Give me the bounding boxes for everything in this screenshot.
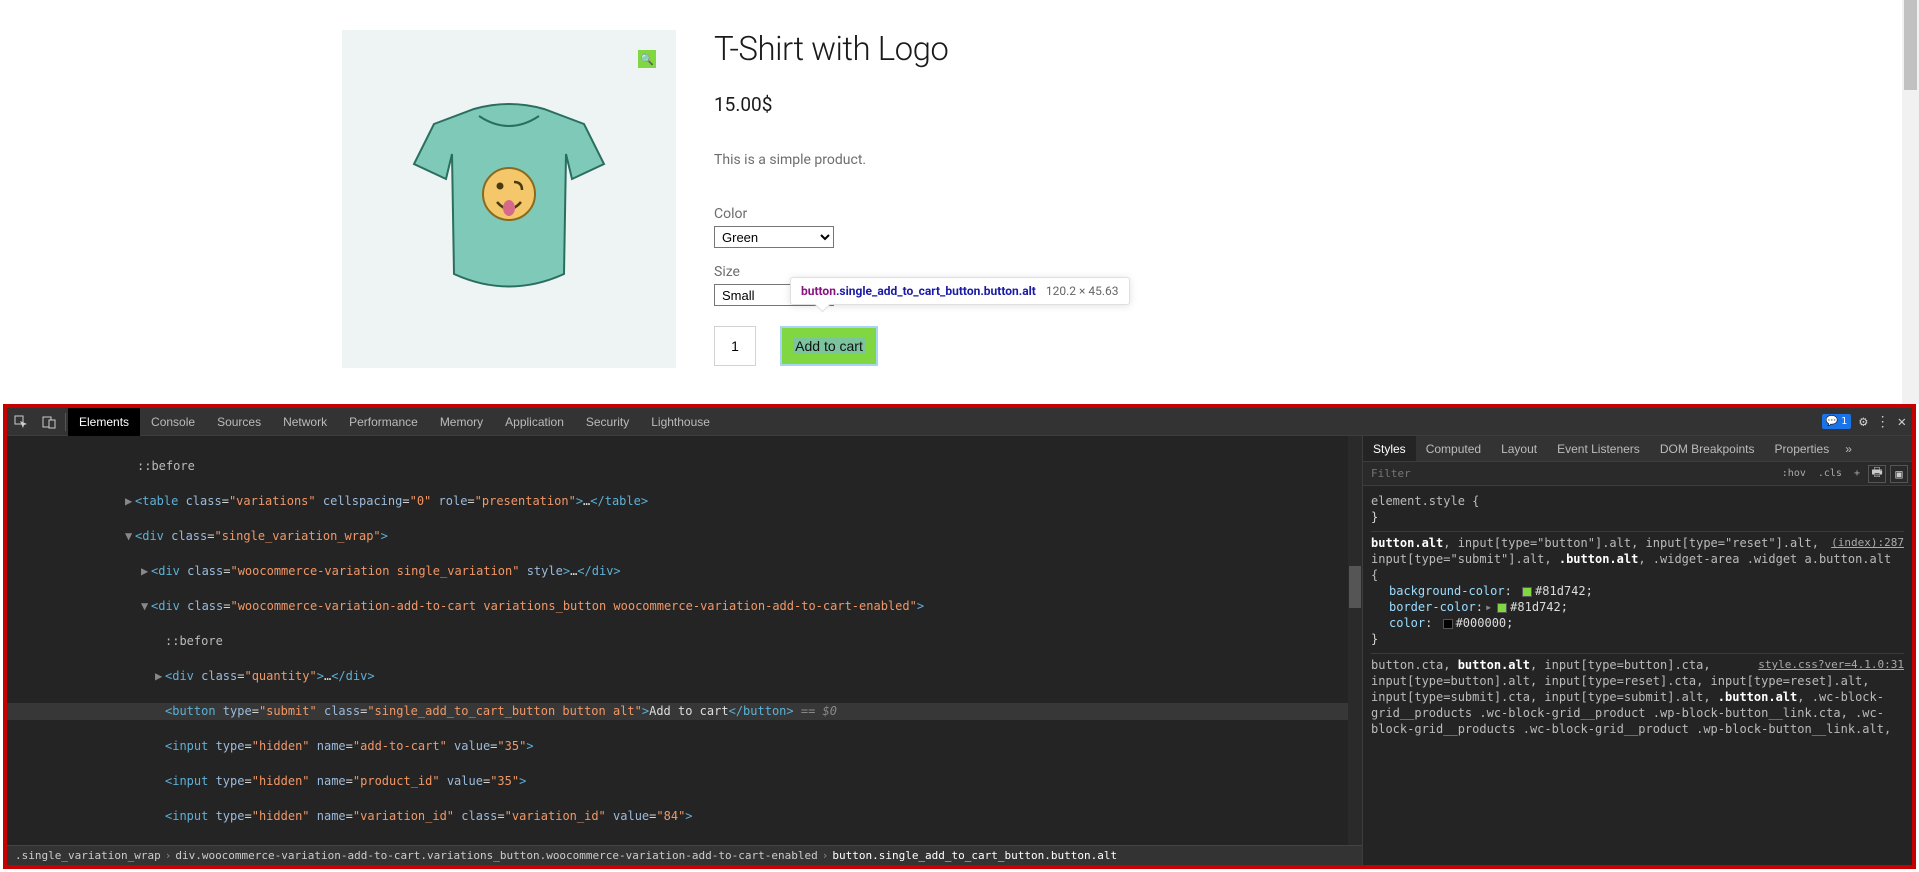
tab-security[interactable]: Security xyxy=(575,408,640,436)
styles-filter-input[interactable] xyxy=(1371,467,1778,480)
product-area: 🔍 T-Shirt with Logo 15.00$ This is a sim… xyxy=(0,0,1919,368)
zoom-icon[interactable]: 🔍 xyxy=(638,50,656,68)
pseudo-before-2: ::before xyxy=(165,634,223,648)
breadcrumb[interactable]: .single_variation_wrap› div.woocommerce-… xyxy=(7,845,1362,865)
message-count-badge[interactable]: 💬 1 xyxy=(1822,414,1851,429)
inspect-tooltip: button.single_add_to_cart_button.button.… xyxy=(790,277,1130,305)
styles-tab-styles[interactable]: Styles xyxy=(1363,436,1416,461)
color-select[interactable]: Green xyxy=(714,226,834,248)
browser-page: 🔍 T-Shirt with Logo 15.00$ This is a sim… xyxy=(0,0,1919,404)
pseudo-before: ::before xyxy=(137,459,195,473)
tab-console[interactable]: Console xyxy=(140,408,206,436)
tab-sources[interactable]: Sources xyxy=(206,408,272,436)
product-image: 🔍 xyxy=(342,30,676,368)
devtools-panel: Elements Console Sources Network Perform… xyxy=(3,404,1916,869)
devtools-toolbar: Elements Console Sources Network Perform… xyxy=(7,408,1912,436)
add-to-cart-button[interactable]: Add to cart xyxy=(780,326,878,366)
print-icon[interactable]: 🖶 xyxy=(1868,465,1886,483)
scrollbar-thumb[interactable] xyxy=(1904,0,1917,90)
element-style-sel[interactable]: element.style { xyxy=(1371,494,1479,508)
device-icon[interactable] xyxy=(35,408,63,436)
gear-icon[interactable]: ⚙ xyxy=(1859,414,1867,430)
styles-tab-dom-bp[interactable]: DOM Breakpoints xyxy=(1650,436,1765,461)
source-link[interactable]: style.css?ver=4.1.0:31 xyxy=(1758,657,1904,673)
breadcrumb-item[interactable]: button.single_add_to_cart_button.button.… xyxy=(832,849,1117,862)
computed-icon[interactable]: ▣ xyxy=(1890,465,1908,483)
tab-performance[interactable]: Performance xyxy=(338,408,429,436)
hov-toggle[interactable]: :hov xyxy=(1778,466,1810,481)
devtools-tabs: Elements Console Sources Network Perform… xyxy=(68,408,721,436)
breadcrumb-item[interactable]: .single_variation_wrap xyxy=(15,849,161,862)
product-details: T-Shirt with Logo 15.00$ This is a simpl… xyxy=(714,30,1919,368)
styles-tab-layout[interactable]: Layout xyxy=(1491,436,1547,461)
tab-memory[interactable]: Memory xyxy=(429,408,494,436)
elements-scrollbar[interactable] xyxy=(1348,436,1362,865)
styles-tab-computed[interactable]: Computed xyxy=(1416,436,1491,461)
styles-tab-more-icon[interactable]: » xyxy=(1839,436,1858,461)
styles-tab-listeners[interactable]: Event Listeners xyxy=(1547,436,1650,461)
styles-tab-properties[interactable]: Properties xyxy=(1765,436,1840,461)
color-label: Color xyxy=(714,206,1919,222)
quantity-input[interactable] xyxy=(714,326,756,366)
tab-network[interactable]: Network xyxy=(272,408,338,436)
breadcrumb-item[interactable]: div.woocommerce-variation-add-to-cart.va… xyxy=(175,849,817,862)
cls-toggle[interactable]: .cls xyxy=(1814,466,1846,481)
styles-pane: Styles Computed Layout Event Listeners D… xyxy=(1362,436,1912,865)
tooltip-class: .single_add_to_cart_button.button.alt xyxy=(836,284,1036,298)
product-price: 15.00$ xyxy=(714,93,1919,116)
tab-application[interactable]: Application xyxy=(494,408,575,436)
tab-elements[interactable]: Elements xyxy=(68,408,140,436)
kebab-icon[interactable]: ⋮ xyxy=(1876,414,1890,430)
inspect-icon[interactable] xyxy=(7,408,35,436)
source-link[interactable]: (index):287 xyxy=(1831,535,1904,551)
tshirt-illustration xyxy=(394,94,624,304)
tooltip-tag: button xyxy=(801,284,836,298)
selected-element-line[interactable]: <button type="submit" class="single_add_… xyxy=(7,703,1362,721)
elements-tree[interactable]: ::before ▶<table class="variations" cell… xyxy=(7,436,1362,865)
tab-lighthouse[interactable]: Lighthouse xyxy=(640,408,721,436)
close-icon[interactable]: ✕ xyxy=(1898,414,1906,430)
product-title: T-Shirt with Logo xyxy=(714,30,1919,69)
tooltip-dims: 120.2 × 45.63 xyxy=(1046,284,1119,298)
product-description: This is a simple product. xyxy=(714,152,1919,168)
new-rule-icon[interactable]: + xyxy=(1850,466,1864,481)
page-scrollbar[interactable] xyxy=(1902,0,1919,404)
